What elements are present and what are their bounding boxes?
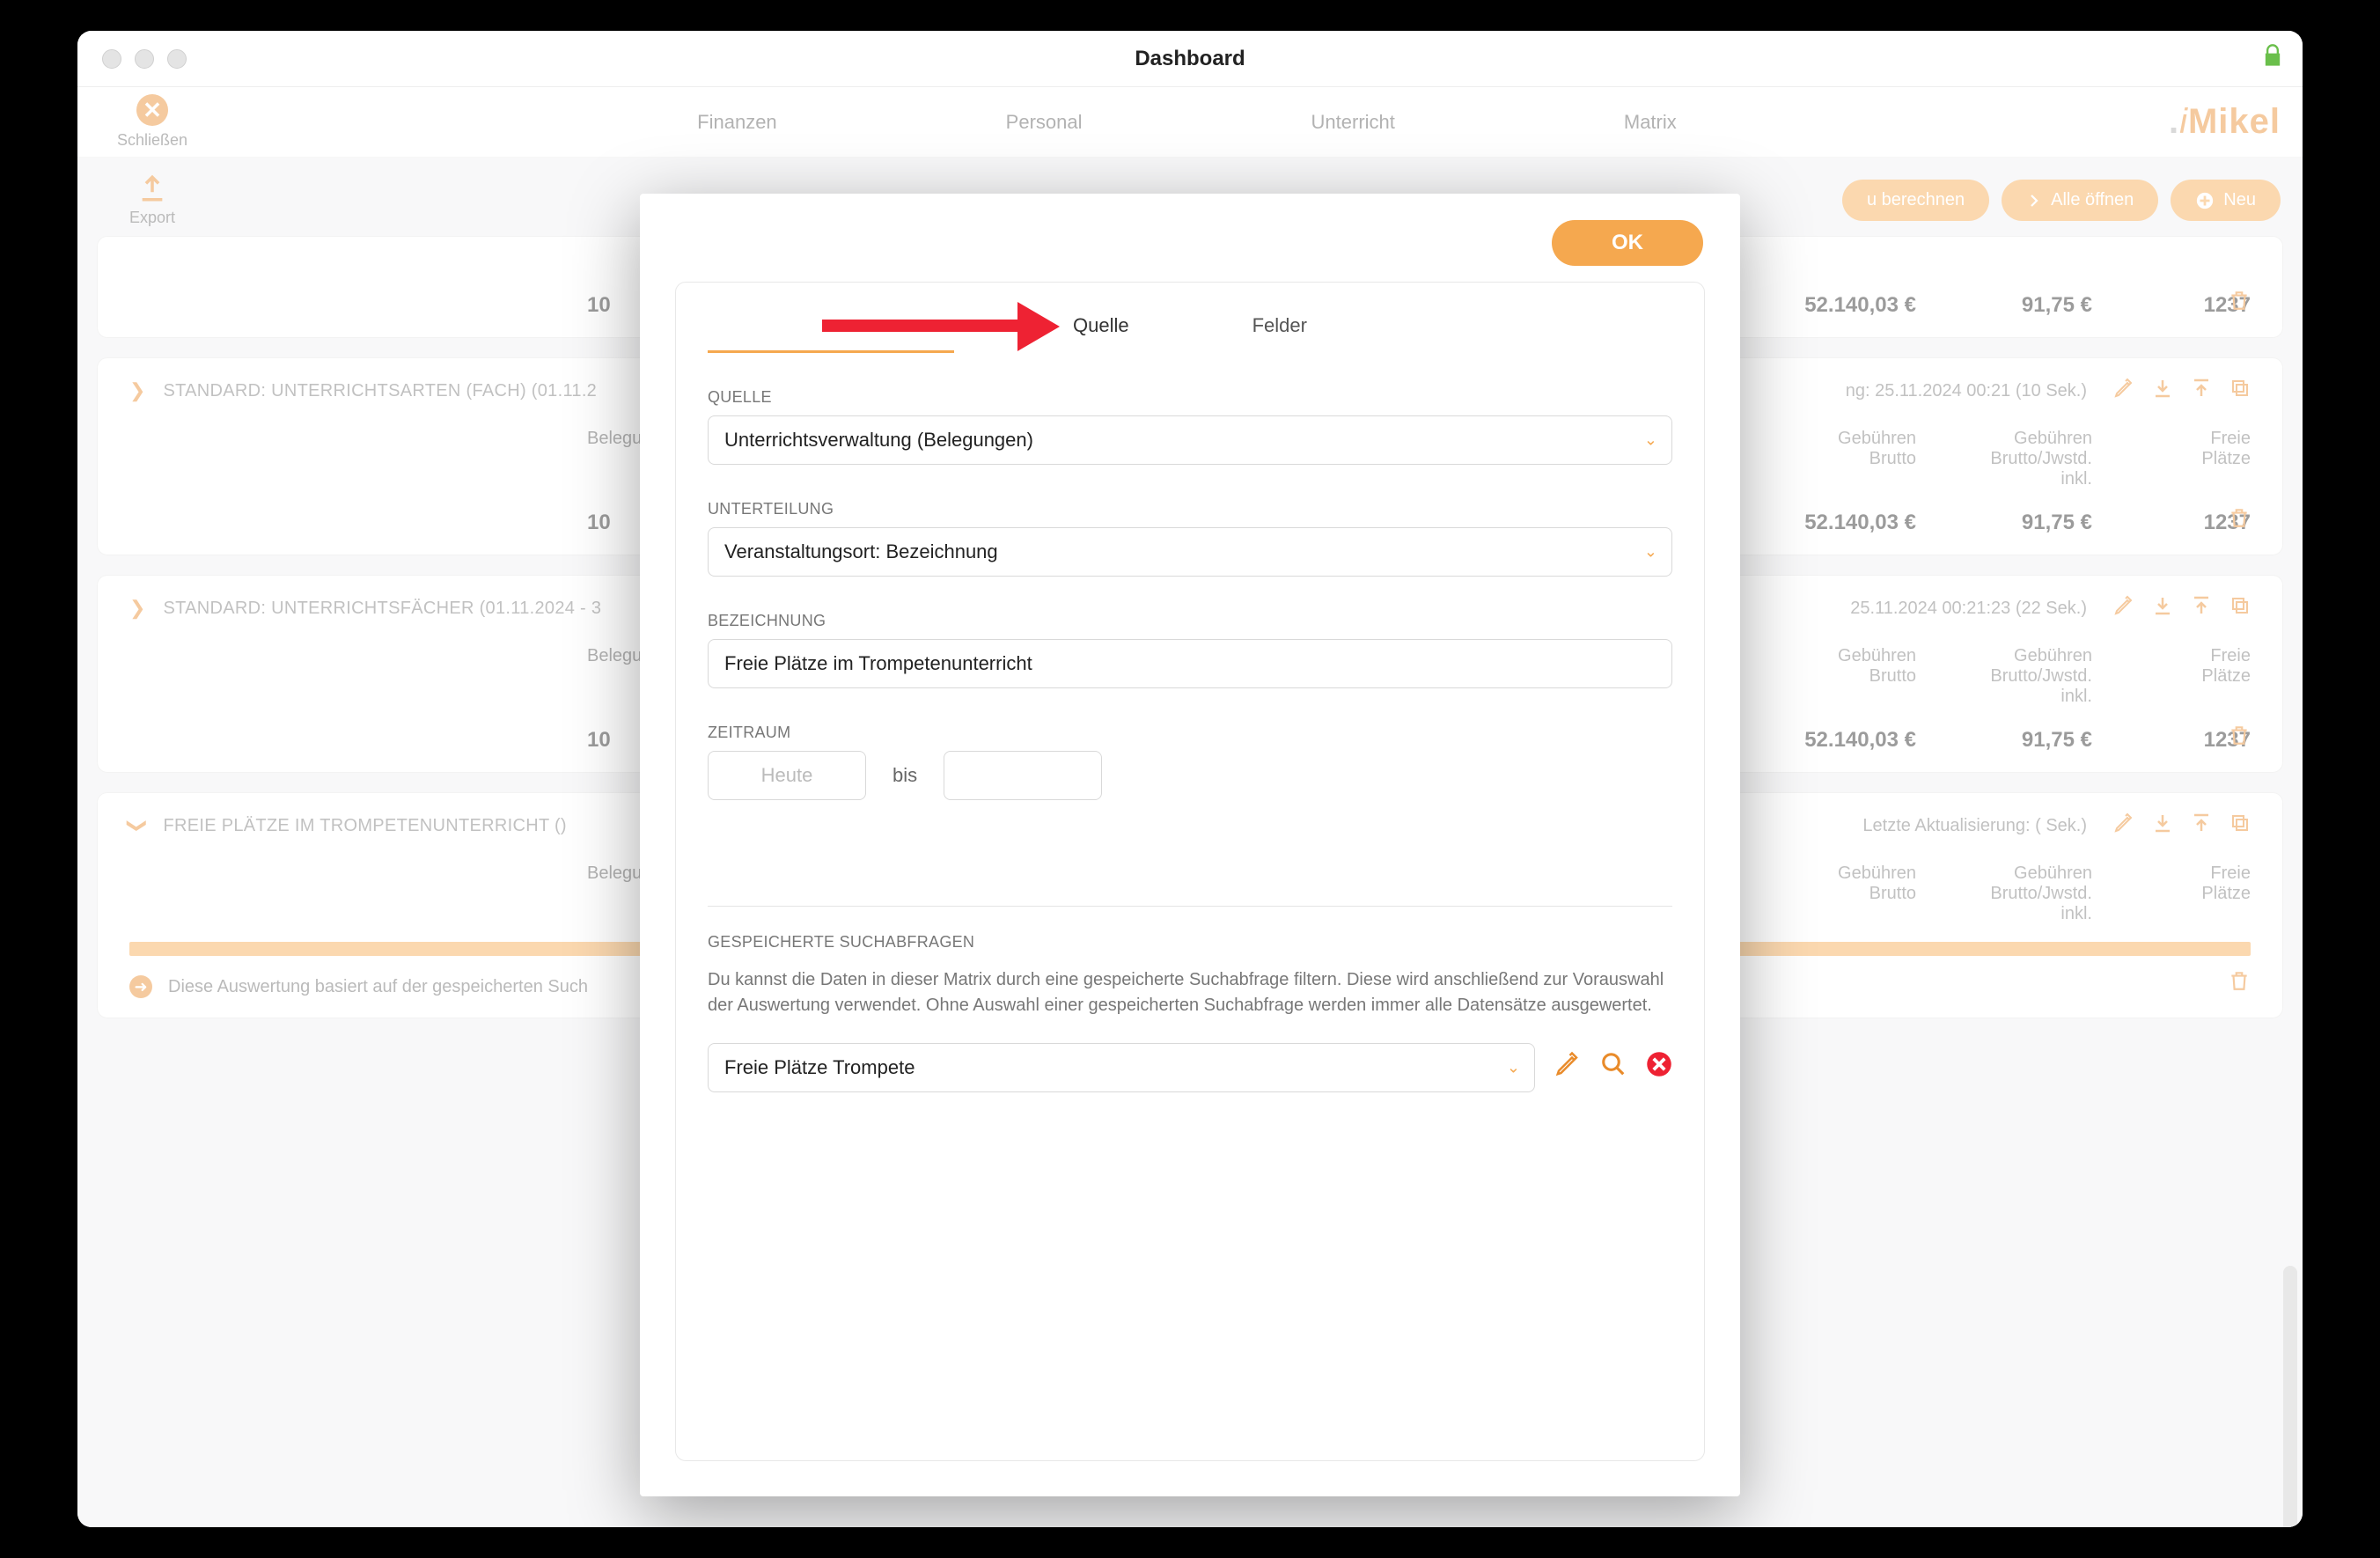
label-quelle: QUELLE — [708, 388, 1672, 407]
label-bezeichnung: BEZEICHNUNG — [708, 612, 1672, 630]
saved-query-select[interactable]: Freie Plätze Trompete ⌄ — [708, 1043, 1535, 1092]
unterteilung-select[interactable]: Veranstaltungsort: Bezeichnung ⌄ — [708, 527, 1672, 577]
window-min-dot[interactable] — [135, 49, 154, 69]
search-icon[interactable] — [1600, 1051, 1627, 1084]
window-max-dot[interactable] — [167, 49, 187, 69]
label-saved: GESPEICHERTE SUCHABFRAGEN — [708, 933, 1672, 952]
tab-quelle[interactable]: Quelle — [1073, 314, 1129, 337]
app-window: Dashboard ✕ Schließen Finanzen Personal … — [77, 31, 2303, 1527]
bezeichnung-input[interactable]: Freie Plätze im Trompetenunterricht — [708, 639, 1672, 688]
label-unterteilung: UNTERTEILUNG — [708, 500, 1672, 518]
pencil-icon[interactable] — [1554, 1051, 1581, 1084]
titlebar: Dashboard — [77, 31, 2303, 87]
bis-label: bis — [892, 764, 917, 787]
saved-help-text: Du kannst die Daten in dieser Matrix dur… — [708, 967, 1672, 1018]
page-title: Dashboard — [1135, 47, 1245, 71]
chevron-down-icon: ⌄ — [1507, 1059, 1520, 1077]
dialog-tabs: Quelle Felder — [708, 314, 1672, 353]
lock-icon — [2260, 43, 2285, 68]
label-zeitraum: ZEITRAUM — [708, 724, 1672, 742]
chevron-down-icon: ⌄ — [1644, 543, 1657, 562]
ok-button[interactable]: OK — [1552, 220, 1703, 266]
tab-felder[interactable]: Felder — [1252, 314, 1307, 337]
edit-dialog: OK Quelle Felder QUELLE Unterrichtsverwa… — [640, 194, 1740, 1496]
chevron-down-icon: ⌄ — [1644, 431, 1657, 450]
window-close-dot[interactable] — [102, 49, 121, 69]
date-from-input[interactable]: Heute — [708, 751, 866, 800]
date-to-input[interactable] — [944, 751, 1102, 800]
quelle-select[interactable]: Unterrichtsverwaltung (Belegungen) ⌄ — [708, 415, 1672, 465]
clear-icon[interactable] — [1646, 1051, 1672, 1084]
window-controls — [102, 49, 187, 69]
